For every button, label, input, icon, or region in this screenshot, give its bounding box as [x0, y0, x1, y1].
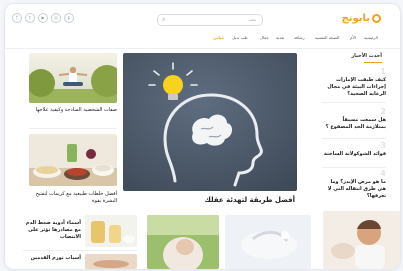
youtube-icon[interactable]: ▶ [38, 13, 48, 23]
nav-divider [5, 48, 400, 49]
sidebar-item-text[interactable]: هل سمعت مسبقاً بمتلازمة الخد المصفوع ؟ [322, 117, 386, 131]
article-title[interactable]: صفات الشخصية السادجة وكيفية علاجها [29, 107, 117, 114]
nav-item-hayati[interactable]: حياتي [213, 35, 225, 40]
sidebar-item-text[interactable]: ما هو مرض الإيدز؟ وما هي طرق انتقاله الت… [322, 179, 386, 200]
nav-item-taghdhiya[interactable]: تغذية [276, 35, 284, 40]
article-image-feet[interactable] [85, 254, 137, 269]
article-title[interactable]: أفضل خلطات طبيعية مع كريمات لتفتيح البشر… [29, 191, 117, 205]
browser-frame: f t ▶ ◎ p ⌕ بحث بابونج حياتي طب بديل جما… [4, 3, 401, 270]
sidebar-item-text[interactable]: فوائد الشوكولاتة الساخنة [322, 151, 386, 158]
article-image-herbs[interactable] [29, 134, 117, 186]
article-image-pills[interactable] [85, 215, 137, 247]
sidebar-item-number: 1 [380, 67, 386, 76]
nav-item-home[interactable]: الرئيسية [364, 35, 378, 40]
article-image-skincare[interactable] [225, 215, 311, 269]
divider [29, 128, 117, 129]
instagram-icon[interactable]: ◎ [51, 13, 61, 23]
article-image-meditation[interactable] [29, 53, 117, 103]
logo-mark-icon [372, 14, 381, 23]
sidebar-item[interactable]: 1 كيف طبقت الإمارات إجراءات البيئة في مج… [322, 68, 386, 98]
divider [23, 250, 137, 251]
sidebar-item-text[interactable]: كيف طبقت الإمارات إجراءات البيئة في مجال… [322, 77, 386, 98]
divider [322, 138, 386, 139]
featured-title[interactable]: أفضل طريقة لتهدئة عقلك [195, 196, 295, 204]
sidebar-item-number: 4 [380, 169, 386, 178]
top-bar: f t ▶ ◎ p ⌕ بحث بابونج [5, 4, 400, 32]
search-input[interactable]: ⌕ بحث [157, 14, 263, 26]
search-placeholder: بحث [248, 17, 256, 22]
sidebar-item-number: 2 [380, 107, 386, 116]
divider [322, 167, 386, 168]
sidebar-item[interactable]: 3 فوائد الشوكولاتة الساخنة [322, 142, 386, 158]
article-title[interactable]: أسماء أدوية ضغط الدم مع مصادرها تؤثر على… [23, 220, 81, 241]
divider [322, 102, 386, 103]
facebook-icon[interactable]: f [12, 13, 22, 23]
article-image-pregnancy[interactable] [147, 215, 219, 269]
nav-item-rashaqa[interactable]: رشاقة [294, 35, 305, 40]
nav-item-jamal[interactable]: جمال [260, 35, 269, 40]
nav-item-tib-badil[interactable]: طب بديل [232, 35, 248, 40]
sidebar-item-number: 3 [380, 141, 386, 150]
sidebar-item[interactable]: 4 ما هو مرض الإيدز؟ وما هي طرق انتقاله ا… [322, 170, 386, 200]
social-links: f t ▶ ◎ p [12, 13, 74, 23]
featured-image[interactable] [123, 53, 297, 191]
site-logo[interactable]: بابونج [342, 13, 371, 24]
sidebar-title: أحدث الأخبار [351, 53, 382, 63]
sidebar-item[interactable]: 2 هل سمعت مسبقاً بمتلازمة الخد المصفوع ؟ [322, 108, 386, 131]
twitter-icon[interactable]: t [25, 13, 35, 23]
nav-item-mental-health[interactable]: الصحة النفسية [315, 35, 339, 40]
main-nav: حياتي طب بديل جمال تغذية رشاقة الصحة الن… [5, 34, 400, 46]
article-title[interactable]: أسباب تورم القدمين [23, 255, 81, 262]
pinterest-icon[interactable]: p [64, 13, 74, 23]
search-icon[interactable]: ⌕ [162, 15, 165, 25]
article-image-child[interactable] [323, 211, 400, 269]
nav-item-mother[interactable]: الأم [350, 35, 356, 40]
